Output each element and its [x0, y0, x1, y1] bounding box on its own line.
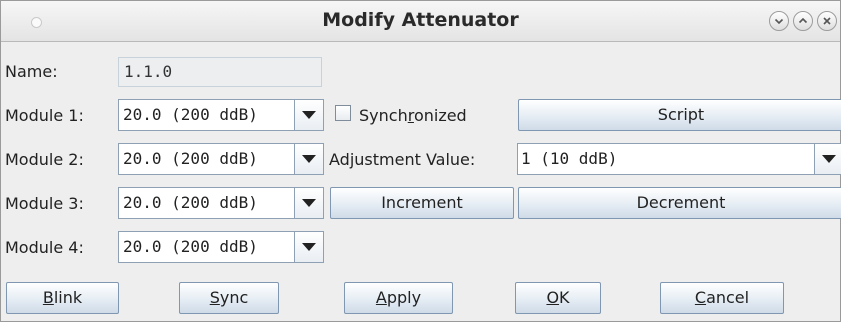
triangle-down-icon [302, 111, 316, 119]
blink-button[interactable]: Blink [6, 282, 119, 314]
module-4-select[interactable]: 20.0 (200 ddB) [118, 231, 324, 263]
cancel-button[interactable]: Cancel [660, 282, 784, 314]
apply-button[interactable]: Apply [344, 282, 453, 314]
chevron-down-icon [774, 18, 784, 25]
synchronized-label[interactable]: Synchronized [359, 106, 467, 125]
close-button[interactable] [817, 11, 837, 31]
close-icon [823, 17, 831, 25]
ok-button[interactable]: OK [515, 282, 601, 314]
adjustment-value-label: Adjustment Value: [329, 150, 476, 169]
triangle-down-icon [822, 155, 836, 163]
triangle-down-icon [302, 155, 316, 163]
modify-attenuator-dialog: Modify Attenuator Name: 1.1.0 Module 1: … [0, 0, 841, 322]
module-2-value: 20.0 (200 ddB) [123, 149, 258, 168]
adjustment-value: 1 (10 ddB) [521, 149, 618, 168]
module-3-label: Module 3: [5, 194, 84, 213]
module-4-value: 20.0 (200 ddB) [123, 237, 258, 256]
synchronized-checkbox[interactable] [335, 105, 351, 121]
module-1-label: Module 1: [5, 106, 84, 125]
script-button[interactable]: Script [518, 99, 841, 131]
name-field: 1.1.0 [118, 57, 322, 87]
module-2-label: Module 2: [5, 150, 84, 169]
module-1-value: 20.0 (200 ddB) [123, 105, 258, 124]
module-2-select[interactable]: 20.0 (200 ddB) [118, 143, 324, 175]
title-bar[interactable]: Modify Attenuator [1, 1, 840, 42]
module-4-dropdown-button[interactable] [294, 232, 323, 262]
minimize-button[interactable] [769, 11, 789, 31]
name-label: Name: [5, 62, 58, 81]
sync-button[interactable]: Sync [179, 282, 279, 314]
chevron-up-icon [798, 17, 808, 24]
adjustment-dropdown-button[interactable] [814, 144, 841, 174]
module-4-label: Module 4: [5, 238, 84, 257]
module-2-dropdown-button[interactable] [294, 144, 323, 174]
increment-button[interactable]: Increment [330, 187, 514, 219]
window-title: Modify Attenuator [322, 9, 519, 31]
module-3-dropdown-button[interactable] [294, 188, 323, 218]
adjustment-value-select[interactable]: 1 (10 ddB) [517, 143, 841, 175]
maximize-button[interactable] [793, 11, 813, 31]
module-3-value: 20.0 (200 ddB) [123, 193, 258, 212]
module-1-select[interactable]: 20.0 (200 ddB) [118, 99, 324, 131]
module-1-dropdown-button[interactable] [294, 100, 323, 130]
module-3-select[interactable]: 20.0 (200 ddB) [118, 187, 324, 219]
decrement-button[interactable]: Decrement [518, 187, 841, 219]
triangle-down-icon [302, 243, 316, 251]
triangle-down-icon [302, 199, 316, 207]
